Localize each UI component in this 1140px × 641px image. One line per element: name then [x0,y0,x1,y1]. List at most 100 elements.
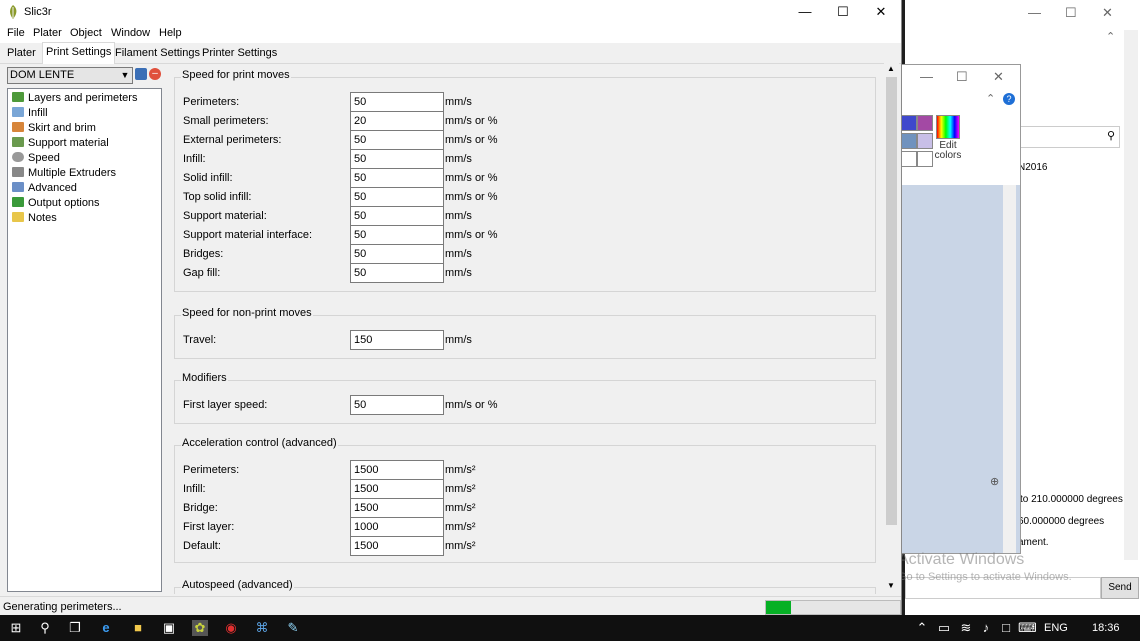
unit-label: mm/s or % [445,134,498,146]
chevron-up-icon[interactable]: ⌃ [914,620,930,636]
settings-category-tree: Layers and perimeters Infill Skirt and b… [7,88,162,592]
delete-preset-icon[interactable]: – [149,68,161,80]
close-icon[interactable]: ✕ [1102,5,1113,21]
close-icon[interactable]: ✕ [993,69,1004,85]
solid-infill-speed-input[interactable]: 50 [350,168,444,188]
close-button[interactable]: ✕ [862,0,900,24]
edge-browser-icon[interactable]: e [98,620,114,636]
tree-item-speed[interactable]: Speed [12,151,60,166]
preset-dropdown[interactable]: DOM LENTE ▼ [7,67,133,84]
battery-icon[interactable]: ▭ [936,620,952,636]
bridges-speed-input[interactable]: 50 [350,244,444,264]
small-perimeters-speed-input[interactable]: 20 [350,111,444,131]
tab-plater[interactable]: Plater [4,44,39,62]
store-icon[interactable]: ▣ [161,620,177,636]
color-swatch[interactable] [917,133,933,149]
maximize-icon[interactable]: ☐ [1065,5,1077,21]
tab-filament-settings[interactable]: Filament Settings [112,44,203,62]
task-view-icon[interactable]: ❐ [67,620,83,636]
support-icon [12,137,24,147]
send-button[interactable]: Send [1101,577,1139,599]
maximize-button[interactable]: ☐ [824,0,862,24]
chevron-up-icon[interactable]: ⌃ [986,92,995,105]
menu-file[interactable]: File [7,27,25,39]
notification-icon[interactable]: □ [998,620,1014,636]
gap-fill-speed-input[interactable]: 50 [350,263,444,283]
help-icon[interactable]: ? [1003,93,1015,105]
background-log-line: ament. [1018,537,1049,548]
scroll-up-icon[interactable]: ▲ [887,64,895,73]
windows-start-icon[interactable]: ⊞ [8,620,24,636]
tree-item-layers-and-perimeters[interactable]: Layers and perimeters [12,91,137,106]
tree-item-infill[interactable]: Infill [12,106,48,121]
field-label: First layer: [183,521,235,533]
group-title: Autospeed (advanced) [181,579,294,591]
file-explorer-icon[interactable]: ■ [130,620,146,636]
tab-printer-settings[interactable]: Printer Settings [199,44,280,62]
menu-plater[interactable]: Plater [33,27,62,39]
infill-speed-input[interactable]: 50 [350,149,444,169]
scroll-down-icon[interactable]: ▼ [887,581,895,590]
tree-item-multiple-extruders[interactable]: Multiple Extruders [12,166,116,181]
color-swatch[interactable] [901,115,917,131]
settings-scrollbar[interactable]: ▲ ▼ [884,63,899,593]
color-swatch[interactable] [901,151,917,167]
group-title: Speed for non-print moves [181,307,313,319]
menu-help[interactable]: Help [159,27,182,39]
infill-acceleration-input[interactable]: 1500 [350,479,444,499]
color-swatch[interactable] [917,151,933,167]
minimize-icon[interactable]: — [920,69,933,84]
keyboard-icon[interactable]: ⌨ [1018,620,1037,636]
minimize-button[interactable]: — [786,0,824,24]
tree-item-output-options[interactable]: Output options [12,196,100,211]
minimize-icon[interactable]: — [1028,5,1041,20]
external-perimeters-speed-input[interactable]: 50 [350,130,444,150]
wifi-icon[interactable]: ≋ [958,620,974,636]
canvas-scrollbar[interactable] [1003,185,1016,553]
edit-colors-button[interactable]: Edit colors [933,115,963,161]
color-swatch[interactable] [901,133,917,149]
menu-object[interactable]: Object [70,27,102,39]
search-icon[interactable]: ⚲ [37,620,53,636]
zoom-in-icon[interactable]: ⊕ [990,475,999,488]
status-bar: Generating perimeters... [0,596,901,616]
activation-watermark-subtitle: Go to Settings to activate Windows. [898,571,1072,583]
tree-item-skirt-and-brim[interactable]: Skirt and brim [12,121,96,136]
first-layer-acceleration-input[interactable]: 1000 [350,517,444,537]
default-acceleration-input[interactable]: 1500 [350,536,444,556]
chevron-up-icon[interactable]: ⌃ [1106,30,1115,43]
app-red-icon[interactable]: ◉ [223,620,239,636]
infill-icon [12,107,24,117]
bridge-acceleration-input[interactable]: 1500 [350,498,444,518]
slic3r-window: Slic3r — ☐ ✕ File Plater Object Window H… [0,0,902,616]
group-modifiers: Modifiers First layer speed: 50 mm/s or … [174,372,876,424]
tree-item-notes[interactable]: Notes [12,211,57,226]
clock[interactable]: 18:36 [1092,622,1120,634]
support-interface-speed-input[interactable]: 50 [350,225,444,245]
perimeters-acceleration-input[interactable]: 1500 [350,460,444,480]
top-solid-infill-speed-input[interactable]: 50 [350,187,444,207]
support-material-speed-input[interactable]: 50 [350,206,444,226]
background-search-field[interactable]: ⚲ [1018,126,1120,148]
chevron-down-icon[interactable]: ▼ [118,68,132,83]
app-grid-icon[interactable]: ⌘ [254,620,270,636]
travel-speed-input[interactable]: 150 [350,330,444,350]
color-swatch[interactable] [917,115,933,131]
scrollbar-thumb[interactable] [886,77,897,525]
background-scrollbar[interactable] [1124,30,1138,560]
menu-window[interactable]: Window [111,27,150,39]
maximize-icon[interactable]: ☐ [956,69,968,85]
skirt-icon [12,122,24,132]
tree-item-support-material[interactable]: Support material [12,136,109,151]
unit-label: mm/s [445,210,472,222]
paint-icon[interactable]: ✎ [285,620,301,636]
slic3r-taskbar-icon[interactable]: ✿ [192,620,208,636]
perimeters-speed-input[interactable]: 50 [350,92,444,112]
volume-icon[interactable]: ♪ [978,620,994,636]
canvas-area[interactable] [896,185,1020,553]
language-indicator[interactable]: ENG [1044,622,1068,634]
first-layer-speed-input[interactable]: 50 [350,395,444,415]
tab-print-settings[interactable]: Print Settings [42,42,116,64]
tree-item-advanced[interactable]: Advanced [12,181,77,196]
save-preset-icon[interactable] [135,68,147,80]
